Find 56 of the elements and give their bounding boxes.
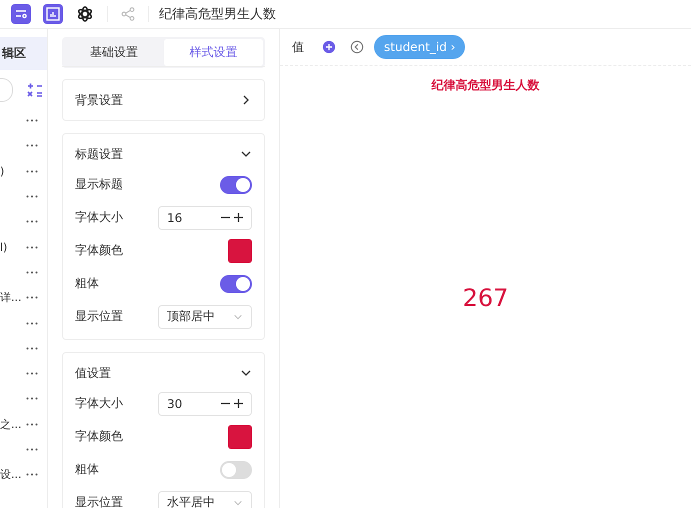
settings-tab[interactable]: 样式设置	[164, 39, 263, 66]
more-icon[interactable]	[26, 119, 38, 122]
more-icon[interactable]	[26, 372, 38, 376]
field-name[interactable]: 设...	[0, 467, 22, 482]
more-icon[interactable]	[26, 220, 38, 224]
back-icon[interactable]	[350, 40, 364, 54]
panel-header: 辑区	[0, 37, 47, 70]
calculator-icon[interactable]	[27, 82, 43, 98]
more-icon[interactable]	[26, 448, 38, 451]
field-name[interactable]: )	[0, 164, 4, 178]
setting-label: 显示位置	[75, 494, 123, 508]
more-icon[interactable]	[26, 397, 38, 400]
setting-label: 显示位置	[75, 308, 123, 325]
more-icon[interactable]	[26, 246, 38, 249]
report-title: 纪律高危型男生人数	[159, 6, 276, 23]
color-swatch[interactable]	[228, 424, 252, 448]
more-icon[interactable]	[26, 346, 38, 350]
toggle-switch[interactable]	[220, 176, 252, 194]
more-icon[interactable]	[26, 296, 38, 300]
toggle-switch[interactable]	[220, 274, 252, 292]
section-title: 背景设置	[75, 92, 123, 108]
setting-label: 字体大小	[75, 209, 123, 226]
more-icon[interactable]	[26, 473, 38, 476]
plus-icon[interactable]	[234, 213, 243, 222]
setting-label: 字体颜色	[75, 242, 123, 259]
field-label: 值	[292, 38, 304, 56]
field-name[interactable]: 之...	[0, 416, 22, 432]
field-name[interactable]: 详...	[0, 290, 22, 306]
plus-icon[interactable]	[234, 399, 243, 408]
dashboard-icon[interactable]	[11, 4, 31, 24]
color-swatch[interactable]	[228, 238, 252, 262]
setting-label: 字体大小	[75, 395, 123, 412]
add-icon[interactable]	[322, 40, 336, 54]
metric-value: 267	[462, 284, 508, 312]
search-field[interactable]	[0, 78, 13, 102]
more-icon[interactable]	[26, 144, 38, 148]
settings-tab[interactable]: 基础设置	[64, 39, 164, 66]
number-input[interactable]: 30	[158, 392, 252, 416]
setting-label: 字体颜色	[75, 428, 123, 445]
number-input[interactable]: 16	[158, 206, 252, 230]
toggle-switch[interactable]	[220, 460, 252, 478]
more-icon[interactable]	[26, 422, 38, 426]
chart-title: 纪律高危型男生人数	[432, 77, 540, 94]
select-dropdown[interactable]: 水平居中	[158, 490, 252, 508]
field-name[interactable]: l)	[0, 240, 8, 254]
chart-icon[interactable]	[43, 4, 63, 24]
select-dropdown[interactable]: 顶部居中	[158, 304, 252, 328]
more-icon[interactable]	[26, 270, 38, 274]
setting-label: 粗体	[75, 461, 99, 478]
more-icon[interactable]	[26, 195, 38, 198]
section-title: 值设置	[75, 364, 111, 382]
setting-label: 显示标题	[75, 176, 123, 193]
section-title: 标题设置	[75, 146, 123, 162]
more-icon[interactable]	[26, 170, 38, 173]
setting-label: 粗体	[75, 275, 99, 292]
more-icon[interactable]	[26, 322, 38, 325]
